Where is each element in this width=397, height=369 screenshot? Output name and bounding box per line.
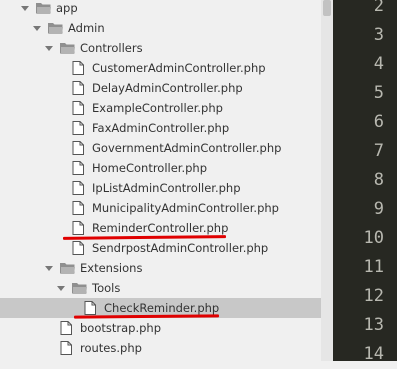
line-number: 10	[363, 228, 384, 248]
file-tree: app Admin Controllers CustomerAdminContr…	[0, 0, 321, 361]
line-number: 7	[373, 141, 384, 161]
line-number: 14	[363, 344, 384, 364]
tree-item-label: SendrpostAdminController.php	[92, 241, 269, 255]
tree-file-item[interactable]: DelayAdminController.php	[0, 78, 321, 98]
tree-file-item[interactable]: SendrpostAdminController.php	[0, 238, 321, 258]
tree-file-item[interactable]: MunicipalityAdminController.php	[0, 198, 321, 218]
tree-folder-extensions[interactable]: Extensions	[0, 258, 321, 278]
tree-item-label: ExampleController.php	[92, 101, 223, 115]
expanded-arrow-icon[interactable]	[20, 0, 30, 18]
tree-file-item[interactable]: GovernmentAdminController.php	[0, 138, 321, 158]
tree-item-label: IpListAdminController.php	[92, 181, 241, 195]
line-number: 9	[373, 199, 384, 219]
tree-file-item[interactable]: IpListAdminController.php	[0, 178, 321, 198]
line-number: 4	[373, 54, 384, 74]
line-number: 5	[373, 83, 384, 103]
line-number: 2	[373, 0, 384, 16]
tree-item-label: app	[56, 1, 78, 15]
tree-item-label: HomeController.php	[92, 161, 208, 175]
expanded-arrow-icon[interactable]	[44, 38, 54, 58]
tree-file-item[interactable]: routes.php	[0, 338, 321, 358]
tree-folder-app[interactable]: app	[0, 0, 321, 18]
line-number: 3	[373, 25, 384, 45]
tree-item-label: CustomerAdminController.php	[92, 61, 266, 75]
expanded-arrow-icon[interactable]	[44, 258, 54, 278]
line-number: 8	[373, 170, 384, 190]
tree-item-label: Extensions	[80, 261, 143, 275]
tree-item-label: FaxAdminController.php	[92, 121, 230, 135]
tree-file-item[interactable]: CustomerAdminController.php	[0, 58, 321, 78]
line-number: 12	[363, 286, 384, 306]
line-number: 6	[373, 112, 384, 132]
expanded-arrow-icon[interactable]	[32, 18, 42, 38]
tree-file-item[interactable]: FaxAdminController.php	[0, 118, 321, 138]
tree-item-label: MunicipalityAdminController.php	[92, 201, 279, 215]
tree-item-label: routes.php	[80, 341, 142, 355]
tree-folder-controllers[interactable]: Controllers	[0, 38, 321, 58]
sidebar-scrollbar[interactable]	[321, 0, 333, 361]
tree-item-label: bootstrap.php	[80, 321, 161, 335]
line-number: 11	[363, 257, 384, 277]
tree-folder-admin[interactable]: Admin	[0, 18, 321, 38]
code-editor-gutter: 2 3 4 5 6 7 8 9 10 11 12 13 14	[333, 0, 397, 364]
expanded-arrow-icon[interactable]	[56, 278, 66, 298]
tree-item-label: GovernmentAdminController.php	[92, 141, 282, 155]
tree-item-label: Controllers	[80, 41, 143, 55]
scrollbar-thumb[interactable]	[323, 0, 331, 16]
tree-folder-tools[interactable]: Tools	[0, 278, 321, 298]
tree-item-label: Tools	[92, 281, 121, 295]
tree-file-item[interactable]: ExampleController.php	[0, 98, 321, 118]
line-number: 13	[363, 315, 384, 335]
tree-item-label: Admin	[68, 21, 105, 35]
tree-item-label: DelayAdminController.php	[92, 81, 243, 95]
tree-file-item[interactable]: bootstrap.php	[0, 318, 321, 338]
tree-file-item[interactable]: HomeController.php	[0, 158, 321, 178]
